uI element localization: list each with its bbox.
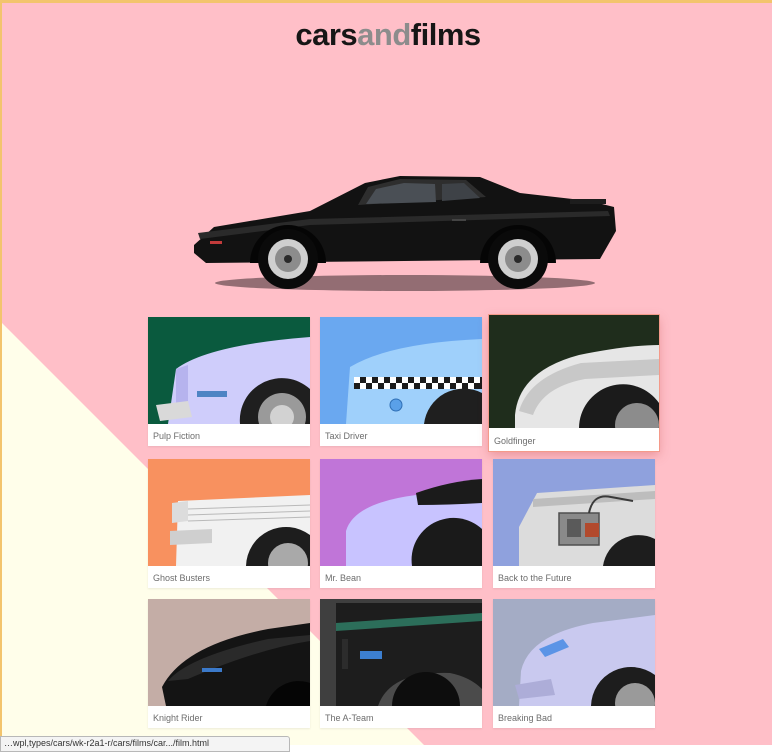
film-title: Taxi Driver [325, 431, 368, 441]
film-card-ghost-busters[interactable]: Ghost Busters [148, 459, 310, 588]
site-logo[interactable]: carsandfilms [2, 17, 772, 53]
pulp-fiction-car-art [148, 317, 310, 424]
logo-word-cars: cars [295, 17, 358, 52]
film-card-the-a-team[interactable]: The A-Team [320, 599, 482, 728]
film-title: Ghost Busters [153, 573, 211, 583]
breaking-bad-car-art [493, 599, 655, 706]
the-a-team-car-art [320, 599, 482, 706]
film-title: The A-Team [325, 713, 374, 723]
hero-car-illustration [194, 176, 616, 291]
goldfinger-car-art [489, 315, 659, 428]
film-title: Pulp Fiction [153, 431, 201, 441]
film-card-taxi-driver[interactable]: Taxi Driver [320, 317, 482, 446]
film-title: Knight Rider [153, 713, 203, 723]
mr-bean-car-art [320, 459, 482, 566]
page-frame: carsandfilms Pulp Fiction Taxi Driver Go… [0, 0, 772, 745]
film-card-mr-bean[interactable]: Mr. Bean [320, 459, 482, 588]
back-to-the-future-car-art [493, 459, 655, 566]
film-title: Back to the Future [498, 573, 572, 583]
film-card-breaking-bad[interactable]: Breaking Bad [493, 599, 655, 728]
ghost-busters-car-art [148, 459, 310, 566]
link-status-bar: …wpl,types/cars/wk-r2a1-r/cars/films/car… [0, 736, 290, 752]
film-title: Breaking Bad [498, 713, 553, 723]
film-title: Goldfinger [494, 436, 536, 446]
film-title: Mr. Bean [325, 573, 362, 583]
film-card-knight-rider[interactable]: Knight Rider [148, 599, 310, 728]
logo-word-films: films [410, 17, 481, 52]
film-card-goldfinger[interactable]: Goldfinger [489, 315, 659, 451]
taxi-driver-car-art [320, 317, 482, 424]
film-card-back-to-the-future[interactable]: Back to the Future [493, 459, 655, 588]
knight-rider-car-art [148, 599, 310, 706]
logo-word-and: and [357, 17, 411, 52]
film-card-pulp-fiction[interactable]: Pulp Fiction [148, 317, 310, 446]
